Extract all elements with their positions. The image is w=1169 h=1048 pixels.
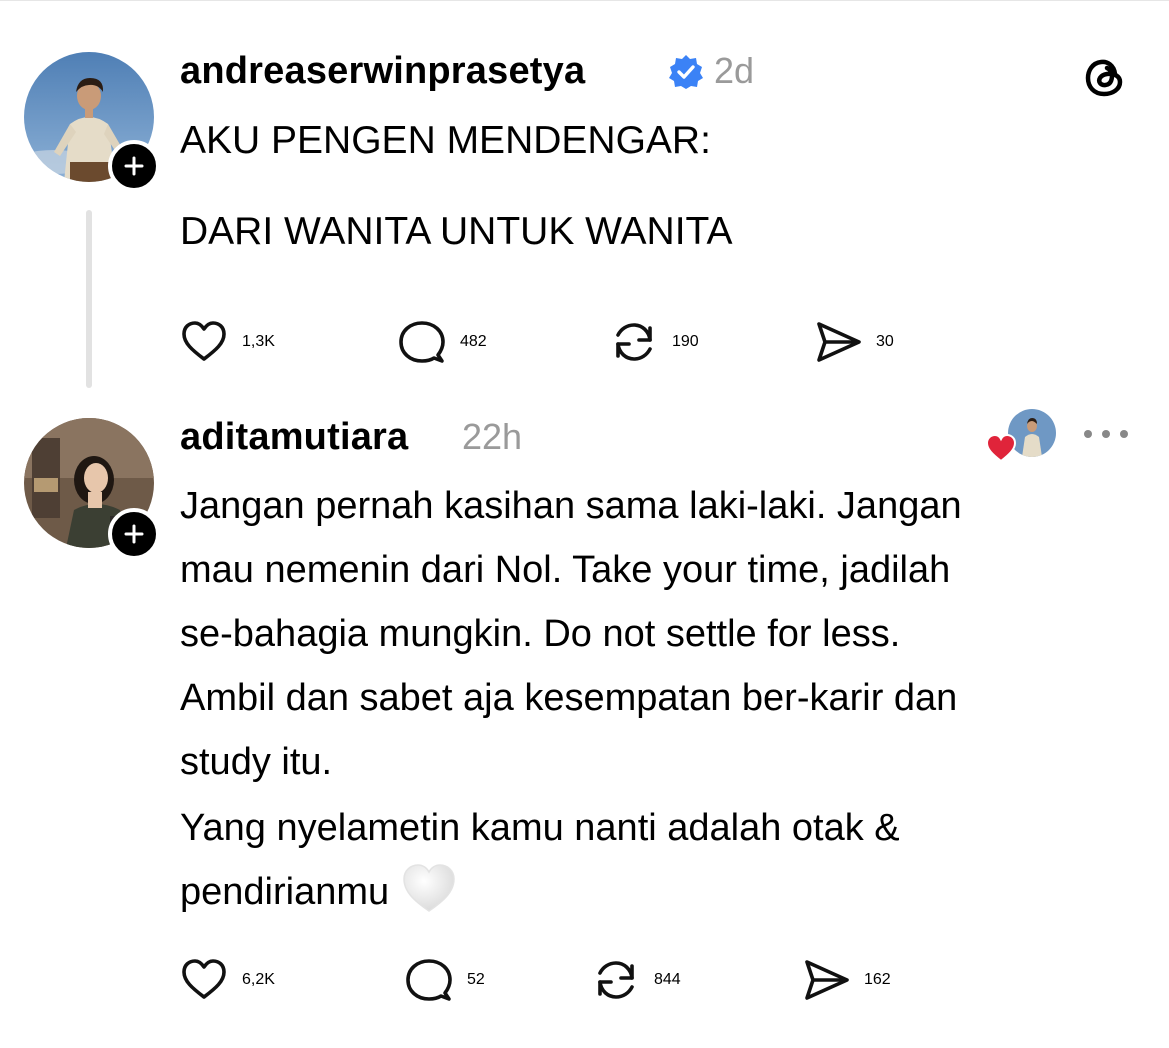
- reply-time: 22h: [462, 416, 523, 457]
- comment-button[interactable]: 52: [405, 956, 485, 1004]
- like-count: 6,2K: [242, 971, 275, 988]
- reply-line: Ambil dan sabet aja kesempatan ber-karir…: [180, 677, 958, 719]
- post-time: 2d: [714, 50, 755, 91]
- repost-icon: [598, 961, 634, 999]
- post-text: AKU PENGEN MENDENGAR:: [180, 109, 711, 173]
- reply-text: Jangan pernah kasihan sama laki-laki. Ja…: [180, 474, 962, 794]
- follow-button[interactable]: [108, 508, 160, 560]
- like-button[interactable]: 6,2K: [180, 956, 275, 1004]
- comment-count: 52: [467, 971, 485, 988]
- plus-icon: [124, 156, 144, 176]
- reply-line: Jangan pernah kasihan sama laki-laki. Ja…: [180, 485, 962, 527]
- reply-line: study itu.: [180, 741, 333, 783]
- reply-text: Yang nyelametin kamu nanti adalah otak &…: [180, 796, 900, 924]
- post-text: DARI WANITA UNTUK WANITA: [180, 200, 733, 264]
- plus-icon: [124, 524, 144, 544]
- comment-bubble-icon: [399, 321, 445, 363]
- verified-badge-icon: [669, 55, 703, 89]
- like-count: 1,3K: [242, 333, 275, 350]
- top-divider: [0, 0, 1169, 1]
- share-count: 162: [864, 971, 891, 988]
- repost-button[interactable]: 844: [592, 956, 681, 1004]
- thread-connector: [86, 210, 92, 388]
- comment-button[interactable]: 482: [398, 318, 487, 366]
- follow-button[interactable]: [108, 140, 160, 192]
- repost-icon: [616, 323, 652, 361]
- share-button[interactable]: 30: [814, 318, 894, 366]
- threads-icon[interactable]: [1080, 52, 1130, 102]
- send-icon: [805, 960, 849, 1000]
- repost-count: 190: [672, 333, 699, 350]
- reply-line: mau nemenin dari Nol. Take your time, ja…: [180, 549, 951, 591]
- like-button[interactable]: 1,3K: [180, 318, 275, 366]
- post-line: DARI WANITA UNTUK WANITA: [180, 210, 733, 253]
- comment-count: 482: [460, 333, 487, 350]
- comment-bubble-icon: [406, 959, 452, 1001]
- send-icon: [817, 322, 861, 362]
- reply-line-with-emoji: pendirianmu: [180, 860, 900, 924]
- white-heart-emoji-icon: [403, 864, 455, 912]
- repost-count: 844: [654, 971, 681, 988]
- share-count: 30: [876, 333, 894, 350]
- heart-outline-icon: [182, 321, 226, 361]
- reply-line: pendirianmu: [180, 871, 390, 913]
- share-button[interactable]: 162: [802, 956, 891, 1004]
- liked-heart-icon: [985, 433, 1017, 463]
- post-line: AKU PENGEN MENDENGAR:: [180, 119, 711, 162]
- username[interactable]: andreaserwinprasetya: [180, 50, 585, 93]
- username[interactable]: aditamutiara: [180, 416, 408, 459]
- more-horizontal-icon[interactable]: [1080, 422, 1132, 446]
- reply-line: Yang nyelametin kamu nanti adalah otak &: [180, 807, 900, 849]
- repost-button[interactable]: 190: [610, 318, 699, 366]
- heart-outline-icon: [182, 959, 226, 999]
- reply-line: se-bahagia mungkin. Do not settle for le…: [180, 613, 901, 655]
